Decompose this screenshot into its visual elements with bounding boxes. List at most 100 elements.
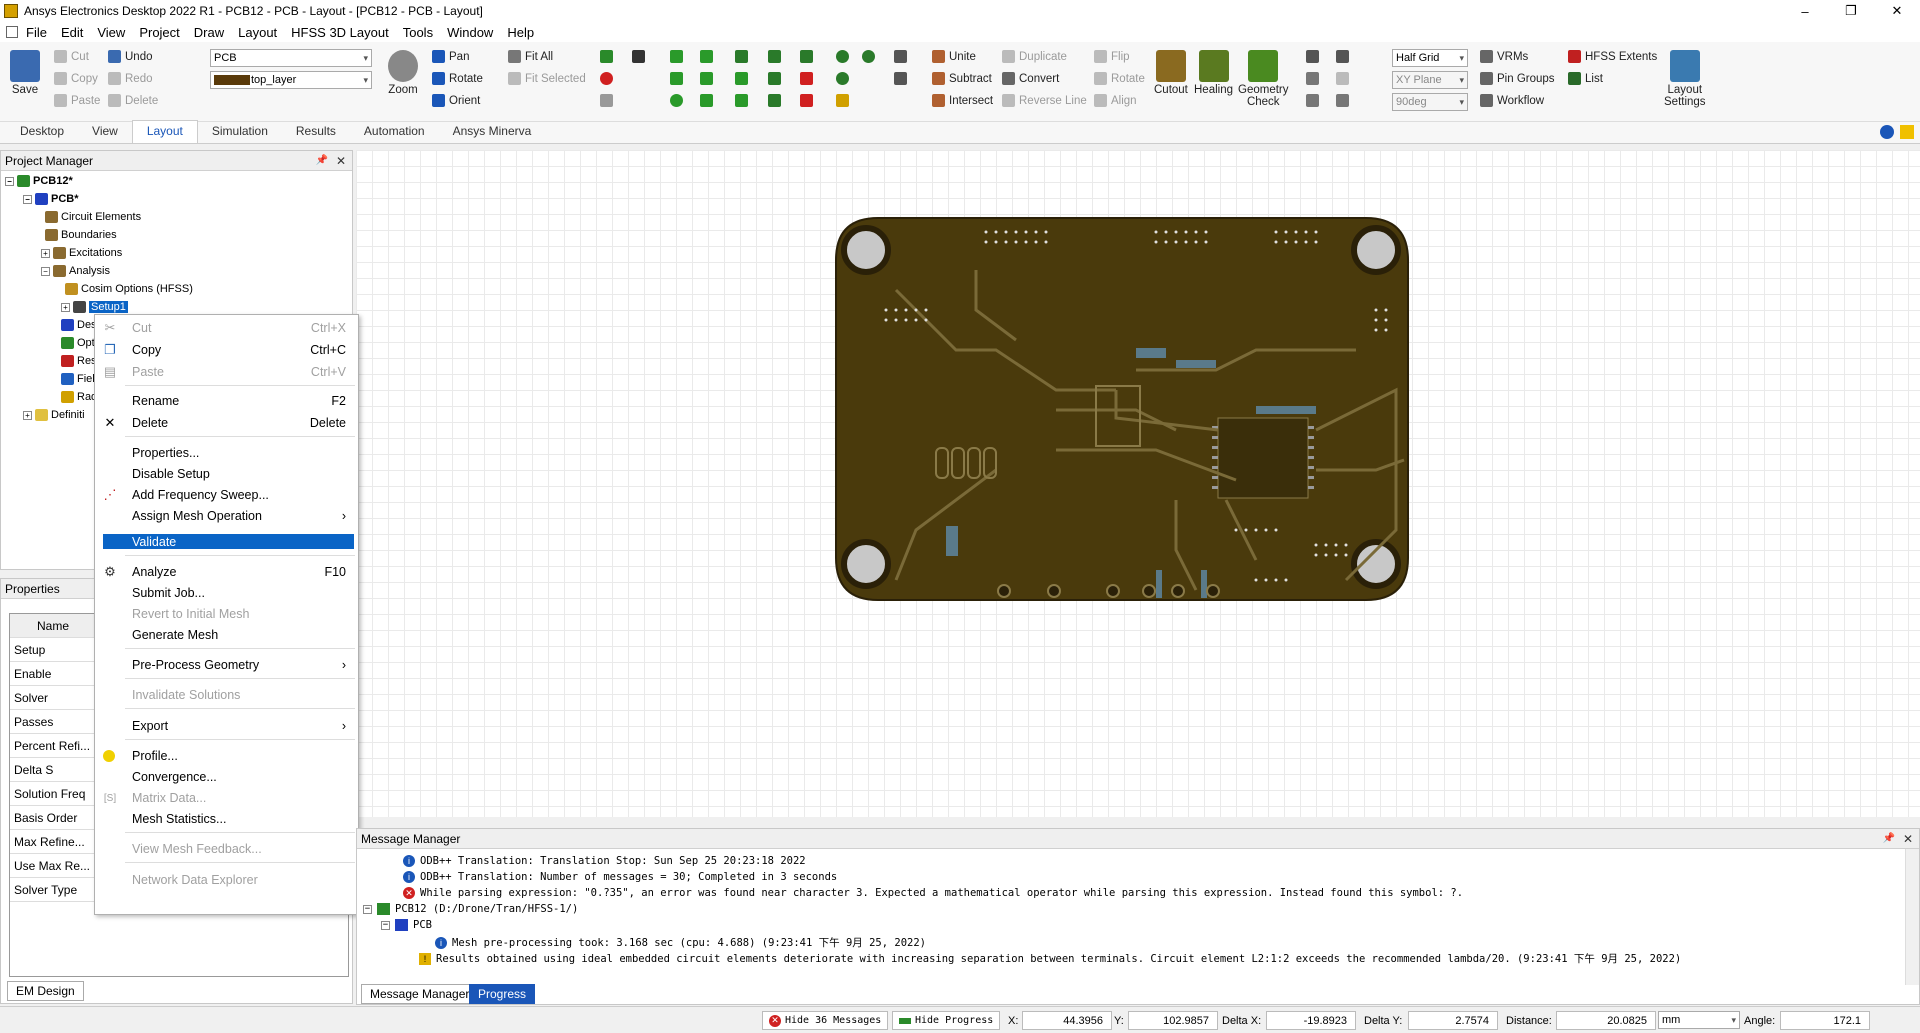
menu-item-validate[interactable]: Validate: [103, 534, 354, 549]
prop-row[interactable]: Basis Order: [10, 806, 96, 830]
convert-button[interactable]: Convert: [1002, 72, 1059, 85]
tab-view[interactable]: View: [78, 121, 132, 143]
align-button[interactable]: Align: [1094, 94, 1137, 107]
draw-pin-icon[interactable]: [768, 50, 781, 63]
menu-item-network-data-explorer[interactable]: Network Data Explorer: [95, 870, 360, 890]
layer-icon[interactable]: [1306, 72, 1319, 85]
close-panel-icon[interactable]: ✕: [1903, 832, 1913, 846]
draw-via-icon[interactable]: [768, 72, 781, 85]
unit-select[interactable]: mm: [1658, 1011, 1740, 1029]
tab-desktop[interactable]: Desktop: [6, 121, 78, 143]
pin-groups-button[interactable]: Pin Groups: [1480, 72, 1555, 85]
tree-definitions[interactable]: + Definiti: [23, 409, 85, 421]
rotate-view-button[interactable]: Rotate: [432, 72, 483, 85]
tree-design-item[interactable]: Des: [61, 319, 97, 331]
menu-edit[interactable]: Edit: [61, 25, 83, 40]
menu-item-view-mesh-feedback[interactable]: View Mesh Feedback...: [95, 839, 360, 859]
save-button[interactable]: Save: [10, 50, 40, 96]
menu-view[interactable]: View: [97, 25, 125, 40]
prop-row[interactable]: Solver Type: [10, 878, 96, 902]
draw-arc2-icon[interactable]: [700, 72, 713, 85]
menu-item-generate-mesh[interactable]: Generate Mesh: [95, 625, 360, 645]
tree-design[interactable]: − PCB*: [23, 193, 79, 205]
select-icon[interactable]: [1306, 50, 1319, 63]
draw-circle-icon[interactable]: [670, 94, 683, 107]
tree-excitations[interactable]: + Excitations: [41, 247, 122, 259]
menu-item-rename[interactable]: Rename F2: [95, 391, 360, 411]
message-design-node[interactable]: − PCB: [381, 919, 432, 931]
draw-up-icon[interactable]: [836, 72, 849, 85]
draw-rect-icon[interactable]: [670, 72, 683, 85]
menu-item-mesh-statistics[interactable]: Mesh Statistics...: [95, 809, 360, 829]
hfss-extents-button[interactable]: HFSS Extents: [1568, 50, 1657, 63]
hide-messages-button[interactable]: ✕ Hide 36 Messages: [762, 1011, 889, 1030]
list-button[interactable]: List: [1568, 72, 1603, 85]
menu-hfss-3d-layout[interactable]: HFSS 3D Layout: [291, 25, 389, 40]
draw-stack-icon[interactable]: [836, 94, 849, 107]
layer4-icon[interactable]: [1336, 94, 1349, 107]
menu-item-paste[interactable]: ▤ Paste Ctrl+V: [95, 362, 360, 382]
tree-cosim-options[interactable]: Cosim Options (HFSS): [65, 283, 193, 295]
tab-automation[interactable]: Automation: [350, 121, 439, 143]
pin-icon[interactable]: 📌: [316, 155, 328, 166]
prop-row[interactable]: Max Refine...: [10, 830, 96, 854]
menu-item-disable-setup[interactable]: Disable Setup: [95, 464, 360, 484]
menu-item-export[interactable]: Export ›: [95, 716, 360, 736]
paste-button[interactable]: Paste: [54, 94, 100, 107]
tree-project[interactable]: − PCB12*: [5, 175, 73, 187]
rotate-object-button[interactable]: Rotate: [1094, 72, 1145, 85]
geometry-check-button[interactable]: Geometry Check: [1238, 50, 1289, 108]
draw-line-icon[interactable]: [670, 50, 683, 63]
delete-button[interactable]: Delete: [108, 94, 158, 107]
pin-icon[interactable]: 📌: [1883, 833, 1895, 844]
prop-row[interactable]: Percent Refi...: [10, 734, 96, 758]
menu-tools[interactable]: Tools: [403, 25, 433, 40]
grid-combo[interactable]: Half Grid: [1392, 49, 1468, 67]
minimize-button[interactable]: –: [1782, 0, 1828, 22]
tab-em-design[interactable]: EM Design: [7, 981, 84, 1001]
pan-button[interactable]: Pan: [432, 50, 469, 63]
duplicate-button[interactable]: Duplicate: [1002, 50, 1067, 63]
menu-item-matrix-data[interactable]: [S] Matrix Data...: [95, 788, 360, 808]
tab-layout[interactable]: Layout: [131, 120, 198, 143]
menu-item-invalidate-solutions[interactable]: Invalidate Solutions: [95, 685, 360, 705]
draw-3d-icon[interactable]: [735, 94, 748, 107]
close-panel-icon[interactable]: ✕: [336, 154, 346, 168]
message-scrollbar[interactable]: [1905, 849, 1919, 985]
tree-field-overlays[interactable]: Fiel: [61, 373, 95, 385]
layer3-icon[interactable]: [1306, 94, 1319, 107]
workflow-button[interactable]: Workflow: [1480, 94, 1544, 107]
angle-combo[interactable]: 90deg: [1392, 93, 1468, 111]
draw-probe-icon[interactable]: [836, 50, 849, 63]
snap-icon[interactable]: [1336, 50, 1349, 63]
tree-setup1[interactable]: + Setup1: [61, 301, 128, 313]
menu-item-delete[interactable]: ✕ Delete Delete: [95, 413, 360, 433]
message-project-node[interactable]: − PCB12 (D:/Drone/Tran/HFSS-1/): [363, 903, 578, 915]
fit-all-button[interactable]: Fit All: [508, 50, 553, 63]
draw-polygon-icon[interactable]: [700, 94, 713, 107]
menu-item-properties[interactable]: Properties...: [95, 443, 360, 463]
maximize-button[interactable]: ❐: [1828, 0, 1874, 22]
prop-row[interactable]: Setup: [10, 638, 96, 662]
undo-button[interactable]: Undo: [108, 50, 153, 63]
subtract-button[interactable]: Subtract: [932, 72, 992, 85]
layout-settings-button[interactable]: Layout Settings: [1664, 50, 1706, 108]
pcb-drawing[interactable]: [356, 150, 1920, 817]
tree-analysis[interactable]: − Analysis: [41, 265, 110, 277]
hide-progress-button[interactable]: Hide Progress: [892, 1011, 1001, 1030]
fit-selected-button[interactable]: Fit Selected: [508, 72, 586, 85]
draw-port-icon[interactable]: [800, 72, 813, 85]
menu-item-submit-job[interactable]: Submit Job...: [95, 583, 360, 603]
unite-button[interactable]: Unite: [932, 50, 976, 63]
vrms-button[interactable]: VRMs: [1480, 50, 1528, 63]
menu-item-add-frequency-sweep[interactable]: ⋰ Add Frequency Sweep...: [95, 485, 360, 505]
tree-optimetrics[interactable]: Opt: [61, 337, 95, 349]
palette-icon[interactable]: [600, 72, 613, 85]
draw-text-icon[interactable]: [735, 72, 748, 85]
copy-button[interactable]: Copy: [54, 72, 98, 85]
menu-item-assign-mesh-operation[interactable]: Assign Mesh Operation ›: [95, 506, 360, 526]
healing-button[interactable]: Healing: [1194, 50, 1233, 96]
tab-progress[interactable]: Progress: [469, 984, 536, 1004]
tree-circuit-elements[interactable]: Circuit Elements: [45, 211, 141, 223]
tab-message-manager[interactable]: Message Manager: [361, 984, 479, 1004]
